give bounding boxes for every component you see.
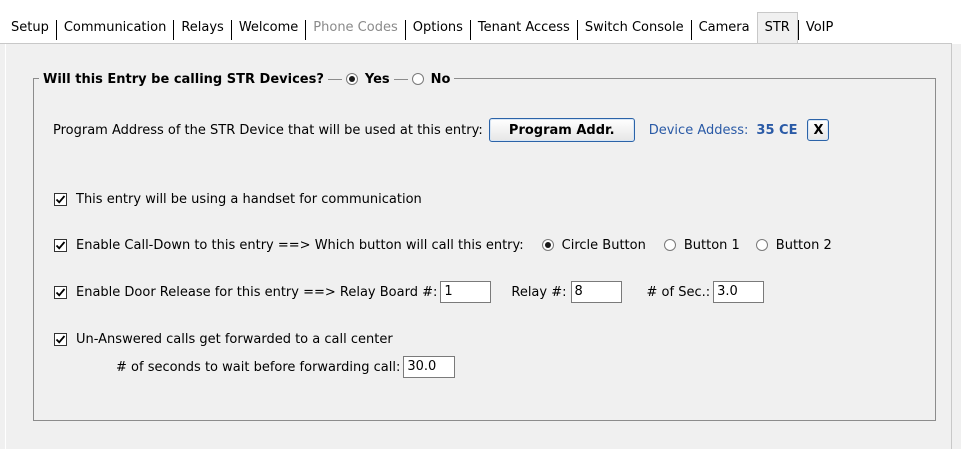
legend-line [393, 78, 408, 80]
checkmark-icon [55, 287, 66, 297]
door-release-checkbox[interactable] [54, 285, 67, 299]
str-devices-question: Will this Entry be calling STR Devices? [43, 71, 324, 87]
circle-button-label[interactable]: Circle Button [562, 238, 646, 253]
tab-communication[interactable]: Communication [57, 14, 173, 44]
calldown-checkbox[interactable] [54, 238, 67, 252]
forwarding-checkbox[interactable] [54, 332, 67, 346]
program-address-row: Program Address of the STR Device that w… [53, 117, 830, 143]
no-radio-label[interactable]: No [431, 72, 451, 87]
tab-str[interactable]: STR [756, 12, 798, 44]
relay-board-input[interactable]: 1 [440, 281, 492, 303]
tab-bar: Setup Communication Relays Welcome Phone… [0, 0, 961, 44]
forwarding-wait-input[interactable]: 30.0 [403, 356, 456, 378]
button-2-label[interactable]: Button 2 [776, 238, 832, 253]
tab-camera[interactable]: Camera [692, 14, 757, 44]
relay-number-input[interactable]: 8 [570, 281, 622, 303]
checkmark-icon [55, 240, 66, 250]
str-devices-group-legend: Will this Entry be calling STR Devices? … [39, 69, 455, 89]
handset-row: This entry will be using a handset for c… [54, 190, 422, 208]
tab-strip: Setup Communication Relays Welcome Phone… [4, 12, 841, 44]
tab-welcome[interactable]: Welcome [232, 14, 305, 44]
yes-radio[interactable] [345, 73, 358, 85]
radio-selected-dot [348, 76, 355, 82]
circle-button-radio[interactable] [541, 239, 554, 251]
relay-number-label: Relay #: [511, 284, 567, 300]
no-radio[interactable] [411, 73, 424, 85]
handset-checkbox[interactable] [54, 192, 67, 206]
legend-line [327, 78, 342, 80]
tab-switch-console[interactable]: Switch Console [578, 14, 691, 44]
device-address-label: Device Addess: [648, 122, 749, 138]
forwarding-wait-row: # of seconds to wait before forwarding c… [116, 355, 456, 379]
seconds-input[interactable]: 3.0 [713, 281, 765, 303]
program-address-label: Program Address of the STR Device that w… [53, 122, 483, 138]
tab-phone-codes: Phone Codes [313, 20, 398, 35]
tab-relays[interactable]: Relays [174, 14, 231, 44]
tab-tenant-access[interactable]: Tenant Access [471, 14, 577, 44]
door-release-label: Enable Door Release for this entry ==> R… [76, 284, 438, 300]
tab-options[interactable]: Options [406, 14, 470, 44]
device-address-value: 35 CE [756, 122, 798, 138]
button-1-radio[interactable] [663, 239, 676, 251]
calldown-label: Enable Call-Down to this entry ==> Which… [76, 237, 524, 253]
clear-address-button[interactable]: X [807, 119, 830, 141]
button-2-radio[interactable] [755, 239, 768, 251]
yes-radio-label[interactable]: Yes [365, 72, 390, 87]
tab-setup[interactable]: Setup [4, 14, 56, 44]
button-1-label[interactable]: Button 1 [684, 238, 740, 253]
forwarding-label: Un-Answered calls get forwarded to a cal… [76, 331, 393, 347]
forwarding-row: Un-Answered calls get forwarded to a cal… [54, 330, 393, 348]
handset-label: This entry will be using a handset for c… [76, 191, 422, 207]
seconds-label: # of Sec.: [646, 284, 711, 300]
tab-voip[interactable]: VoIP [799, 14, 841, 44]
checkmark-icon [55, 334, 66, 344]
radio-selected-dot [544, 242, 551, 248]
door-release-row: Enable Door Release for this entry ==> R… [54, 280, 765, 304]
forwarding-wait-label: # of seconds to wait before forwarding c… [116, 359, 401, 375]
program-addr-button[interactable]: Program Addr. [488, 118, 635, 142]
checkmark-icon [55, 194, 66, 204]
calldown-row: Enable Call-Down to this entry ==> Which… [54, 236, 832, 254]
